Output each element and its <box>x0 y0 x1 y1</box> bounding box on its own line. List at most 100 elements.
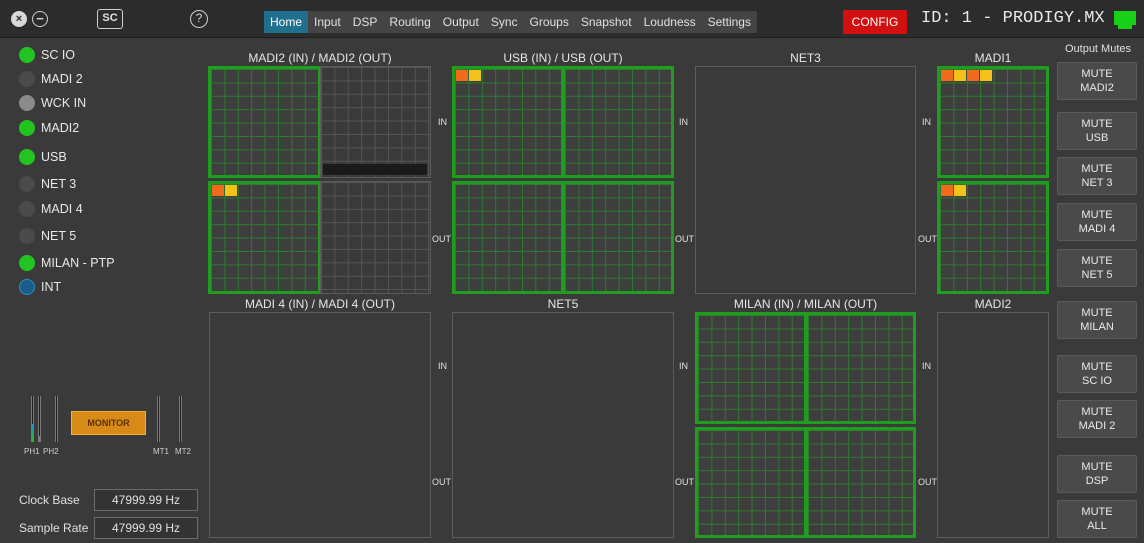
in-label: IN <box>438 361 447 371</box>
source-label: INT <box>41 280 62 294</box>
sync-source-panel: SC IO MADI 2 WCK IN MADI2 USB NET 3 MADI… <box>0 38 208 543</box>
matrix-milan-in-in[interactable] <box>695 312 807 424</box>
tab-loudness[interactable]: Loudness <box>638 11 702 33</box>
matrix-madi2-in-out[interactable] <box>320 66 431 178</box>
close-icon[interactable]: × <box>11 11 27 27</box>
matrix-madi2-b[interactable] <box>937 312 1049 538</box>
tab-snapshot[interactable]: Snapshot <box>575 11 638 33</box>
tab-settings[interactable]: Settings <box>702 11 757 33</box>
mute-all-button[interactable]: MUTE ALL <box>1057 500 1137 538</box>
monitor-button[interactable]: MONITOR <box>71 411 146 435</box>
source-label: MADI2 <box>41 121 80 135</box>
source-madi-4[interactable]: MADI 4 <box>19 199 83 219</box>
mute-madi2-button[interactable]: MUTE MADI2 <box>1057 62 1137 100</box>
matrix-madi1-in[interactable] <box>937 66 1049 178</box>
source-label: MILAN - PTP <box>41 256 115 270</box>
source-madi2[interactable]: MADI2 <box>19 118 79 138</box>
mute-usb-button[interactable]: MUTE USB <box>1057 112 1137 150</box>
matrix-milan-out-in[interactable] <box>695 427 807 538</box>
source-milan-ptp[interactable]: MILAN - PTP <box>19 253 115 273</box>
matrix-madi2-in-in[interactable] <box>208 66 321 178</box>
mt2-label: MT2 <box>175 447 191 456</box>
main-tabs: Home Input DSP Routing Output Sync Group… <box>264 11 757 33</box>
tab-groups[interactable]: Groups <box>524 11 575 33</box>
led-icon <box>19 255 35 271</box>
source-sc-io[interactable]: SC IO <box>19 45 75 65</box>
tab-output[interactable]: Output <box>437 11 485 33</box>
mute-madi-2-button[interactable]: MUTE MADI 2 <box>1057 400 1137 438</box>
led-icon <box>19 149 35 165</box>
out-label: OUT <box>432 477 451 487</box>
ph1-meter <box>31 396 34 442</box>
source-label: SC IO <box>41 48 76 62</box>
matrix-net3[interactable] <box>695 66 916 294</box>
in-label: IN <box>922 117 931 127</box>
out-label: OUT <box>918 234 937 244</box>
mute-net5-button[interactable]: MUTE NET 5 <box>1057 249 1137 287</box>
meter-strip <box>323 164 427 175</box>
tab-dsp[interactable]: DSP <box>347 11 384 33</box>
section-title-usb: USB (IN) / USB (OUT) <box>503 51 623 65</box>
tab-routing[interactable]: Routing <box>383 11 436 33</box>
matrix-milan-out-out[interactable] <box>805 427 916 538</box>
source-label: WCK IN <box>41 96 87 110</box>
output-mutes-panel: Output Mutes MUTE MADI2 MUTE USB MUTE NE… <box>1052 38 1144 543</box>
tab-sync[interactable]: Sync <box>485 11 524 33</box>
source-label: MADI 4 <box>41 202 83 216</box>
mt1-meter <box>157 396 160 442</box>
routed-cell <box>941 70 953 81</box>
clock-base-field: 47999.99 Hz <box>94 489 198 511</box>
ph2-meter <box>55 396 58 442</box>
mute-dsp-button[interactable]: MUTE DSP <box>1057 455 1137 493</box>
source-usb[interactable]: USB <box>19 147 67 167</box>
mute-madi4-button[interactable]: MUTE MADI 4 <box>1057 203 1137 241</box>
source-label: MADI 2 <box>41 72 83 86</box>
led-icon <box>19 279 35 295</box>
sc-button[interactable]: SC <box>97 9 123 29</box>
out-label: OUT <box>918 477 937 487</box>
tab-home[interactable]: Home <box>264 11 309 33</box>
source-net-5[interactable]: NET 5 <box>19 226 76 246</box>
led-icon <box>19 47 35 63</box>
matrix-usb-out-in[interactable] <box>452 181 564 294</box>
matrix-madi4[interactable] <box>209 312 431 538</box>
routed-cell <box>954 70 966 81</box>
matrix-madi2-out-out[interactable] <box>320 181 431 294</box>
ph1-label: PH1 <box>24 447 40 456</box>
section-title-madi2: MADI2 (IN) / MADI2 (OUT) <box>248 51 392 65</box>
device-id-label: ID: 1 - PRODIGY.MX <box>921 9 1105 28</box>
routed-cell <box>212 185 224 196</box>
out-label: OUT <box>675 234 694 244</box>
matrix-usb-in-in[interactable] <box>452 66 564 178</box>
ph2-label: PH2 <box>43 447 59 456</box>
source-madi-2[interactable]: MADI 2 <box>19 69 83 89</box>
source-int[interactable]: INT <box>19 277 61 297</box>
section-title-madi1: MADI1 <box>974 51 1012 65</box>
source-label: USB <box>41 150 67 164</box>
section-title-milan: MILAN (IN) / MILAN (OUT) <box>733 297 878 311</box>
matrix-usb-in-out[interactable] <box>562 66 674 178</box>
source-wck-in[interactable]: WCK IN <box>19 93 86 113</box>
source-net-3[interactable]: NET 3 <box>19 174 76 194</box>
output-mutes-title: Output Mutes <box>1064 43 1132 55</box>
mute-milan-button[interactable]: MUTE MILAN <box>1057 301 1137 339</box>
tab-input[interactable]: Input <box>308 11 347 33</box>
mute-sc-io-button[interactable]: MUTE SC IO <box>1057 355 1137 393</box>
sample-rate-label: Sample Rate <box>19 521 89 535</box>
out-label: OUT <box>675 477 694 487</box>
mute-net3-button[interactable]: MUTE NET 3 <box>1057 157 1137 195</box>
matrix-madi2-out-in[interactable] <box>208 181 321 294</box>
source-label: NET 5 <box>41 229 77 243</box>
matrix-milan-in-out[interactable] <box>805 312 916 424</box>
section-title-net5: NET5 <box>547 297 579 311</box>
matrix-usb-out-out[interactable] <box>562 181 674 294</box>
matrix-net5[interactable] <box>452 312 674 538</box>
config-button[interactable]: CONFIG <box>843 10 907 34</box>
routed-cell <box>941 185 953 196</box>
minimize-icon[interactable]: − <box>32 11 48 27</box>
help-icon[interactable]: ? <box>190 10 208 28</box>
routed-cell <box>225 185 237 196</box>
led-icon <box>19 176 35 192</box>
matrix-madi1-out[interactable] <box>937 181 1049 294</box>
routed-cell <box>954 185 966 196</box>
